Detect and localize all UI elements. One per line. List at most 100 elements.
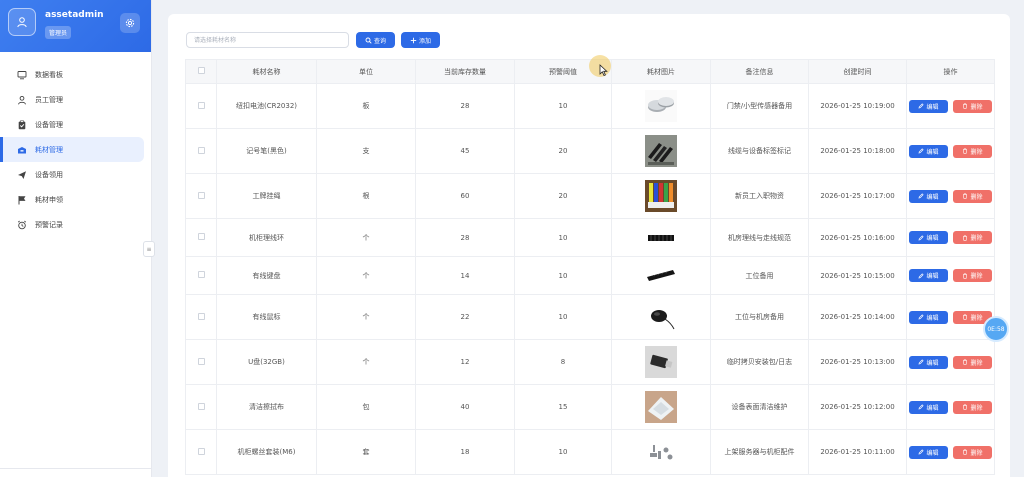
edit-button[interactable]: 编辑 (909, 310, 948, 324)
sidebar-nav: 数据看板员工管理 设备管理 耗材管理 设备领用耗材申领预警记录 (0, 62, 152, 237)
edit-button[interactable]: 编辑 (909, 445, 948, 459)
cell-unit: 根 (316, 173, 416, 219)
cell-stock: 60 (415, 173, 515, 219)
delete-button[interactable]: 删除 (953, 99, 992, 113)
trash-icon (963, 314, 968, 320)
edit-label: 编辑 (926, 450, 939, 457)
cell-created: 2026-01-25 10:18:00 (808, 128, 907, 174)
coin-battery-thumbnail[interactable] (645, 90, 677, 122)
query-button[interactable]: 查询 (356, 32, 395, 48)
cell-threshold: 10 (514, 256, 612, 295)
mouse-thumbnail[interactable] (645, 301, 677, 333)
cell-unit: 个 (316, 256, 416, 295)
row-checkbox[interactable] (197, 312, 205, 320)
delete-label: 删除 (970, 450, 983, 457)
delete-button[interactable]: 删除 (953, 355, 992, 369)
cell-created: 2026-01-25 10:19:00 (808, 83, 907, 129)
row-select-cell (185, 256, 217, 295)
row-checkbox[interactable] (197, 357, 205, 365)
row-select-cell (185, 128, 217, 174)
edit-label: 编辑 (926, 194, 939, 201)
edit-button[interactable]: 编辑 (909, 99, 948, 113)
cell-threshold: 10 (514, 294, 612, 340)
row-select-cell (185, 294, 217, 340)
sidebar-item-box[interactable]: 耗材管理 (0, 137, 144, 162)
cell-note: 临时拷贝安装包/日志 (710, 339, 809, 385)
edit-button[interactable]: 编辑 (909, 144, 948, 158)
sidebar-item-label: 数据看板 (35, 70, 63, 79)
cable-manager-thumbnail[interactable] (645, 221, 677, 254)
delete-button[interactable]: 删除 (953, 231, 992, 244)
delete-button[interactable]: 删除 (953, 400, 992, 414)
user-icon (17, 95, 27, 105)
edit-button[interactable]: 编辑 (909, 189, 948, 203)
dashboard-icon (17, 70, 27, 80)
keyboard-thumbnail[interactable] (645, 259, 677, 292)
sidebar-item-send[interactable]: 设备领用 (0, 162, 144, 187)
delete-label: 删除 (970, 194, 983, 201)
alarm-icon (17, 220, 27, 230)
rack-screws-thumbnail[interactable] (645, 436, 677, 468)
edit-label: 编辑 (926, 360, 939, 367)
cell-created: 2026-01-25 10:16:00 (808, 218, 907, 257)
collapse-sidebar-handle[interactable]: ≡ (143, 241, 155, 257)
edit-button[interactable]: 编辑 (909, 269, 948, 282)
cell-stock: 28 (415, 83, 515, 129)
row-checkbox[interactable] (197, 402, 205, 410)
edit-button[interactable]: 编辑 (909, 231, 948, 244)
cell-image (611, 128, 711, 174)
cell-name: 机柜理线环 (216, 218, 317, 257)
cell-image (611, 294, 711, 340)
row-checkbox[interactable] (197, 146, 205, 154)
row-checkbox[interactable] (197, 101, 205, 109)
cell-unit: 个 (316, 218, 416, 257)
edit-button[interactable]: 编辑 (909, 355, 948, 369)
avatar[interactable] (8, 8, 36, 36)
trash-icon (963, 359, 968, 365)
delete-button[interactable]: 删除 (953, 144, 992, 158)
sidebar-item-flag[interactable]: 耗材申领 (0, 187, 144, 212)
search-input[interactable] (186, 32, 349, 48)
edit-button[interactable]: 编辑 (909, 400, 948, 414)
trash-icon (963, 273, 968, 279)
delete-label: 删除 (970, 360, 983, 367)
row-checkbox[interactable] (197, 447, 205, 455)
delete-label: 删除 (970, 104, 983, 111)
row-checkbox[interactable] (197, 191, 205, 199)
row-select-cell (185, 384, 217, 430)
sidebar-item-dashboard[interactable]: 数据看板 (0, 62, 144, 87)
markers-thumbnail[interactable] (645, 135, 677, 167)
settings-button[interactable] (120, 13, 140, 33)
select-all-checkbox[interactable] (197, 67, 205, 74)
sidebar-item-user[interactable]: 员工管理 (0, 87, 144, 112)
cell-name: 有线键盘 (216, 256, 317, 295)
header-stock: 当前库存数量 (415, 59, 515, 84)
delete-button[interactable]: 删除 (953, 445, 992, 459)
header-unit: 单位 (316, 59, 416, 84)
table-row: 机柜理线环个 28 10 机房理线与走线规范 2026-01-25 10:16:00 编辑… (185, 218, 995, 257)
sidebar-item-label: 耗材申领 (35, 195, 63, 204)
cell-note: 门禁/小型传感器备用 (710, 83, 809, 129)
cell-note: 机房理线与走线规范 (710, 218, 809, 257)
edit-label: 编辑 (926, 149, 939, 156)
cell-threshold: 10 (514, 218, 612, 257)
header-name: 耗材名称 (216, 59, 317, 84)
trash-icon (963, 449, 968, 455)
usb-drive-thumbnail[interactable] (645, 346, 677, 378)
delete-button[interactable]: 删除 (953, 269, 992, 282)
wipes-thumbnail[interactable] (645, 391, 677, 423)
floating-assistant-button[interactable]: 0E:58 (983, 316, 1009, 342)
sidebar-item-clipboard[interactable]: 设备管理 (0, 112, 144, 137)
row-checkbox[interactable] (197, 271, 205, 278)
cell-note: 新员工入职物资 (710, 173, 809, 219)
add-button[interactable]: 添加 (401, 32, 440, 48)
cell-actions: 编辑 删除 (906, 256, 995, 295)
cell-stock: 12 (415, 339, 515, 385)
lanyards-thumbnail[interactable] (645, 180, 677, 212)
table-body: 纽扣电池(CR2032) 板 28 10 门禁/小型传感器备用 2026-01-25 10… (185, 83, 995, 475)
cell-note: 工位与机房备用 (710, 294, 809, 340)
row-checkbox[interactable] (197, 233, 205, 240)
edit-label: 编辑 (926, 315, 939, 322)
delete-button[interactable]: 删除 (953, 189, 992, 203)
sidebar-item-alarm[interactable]: 预警记录 (0, 212, 144, 237)
